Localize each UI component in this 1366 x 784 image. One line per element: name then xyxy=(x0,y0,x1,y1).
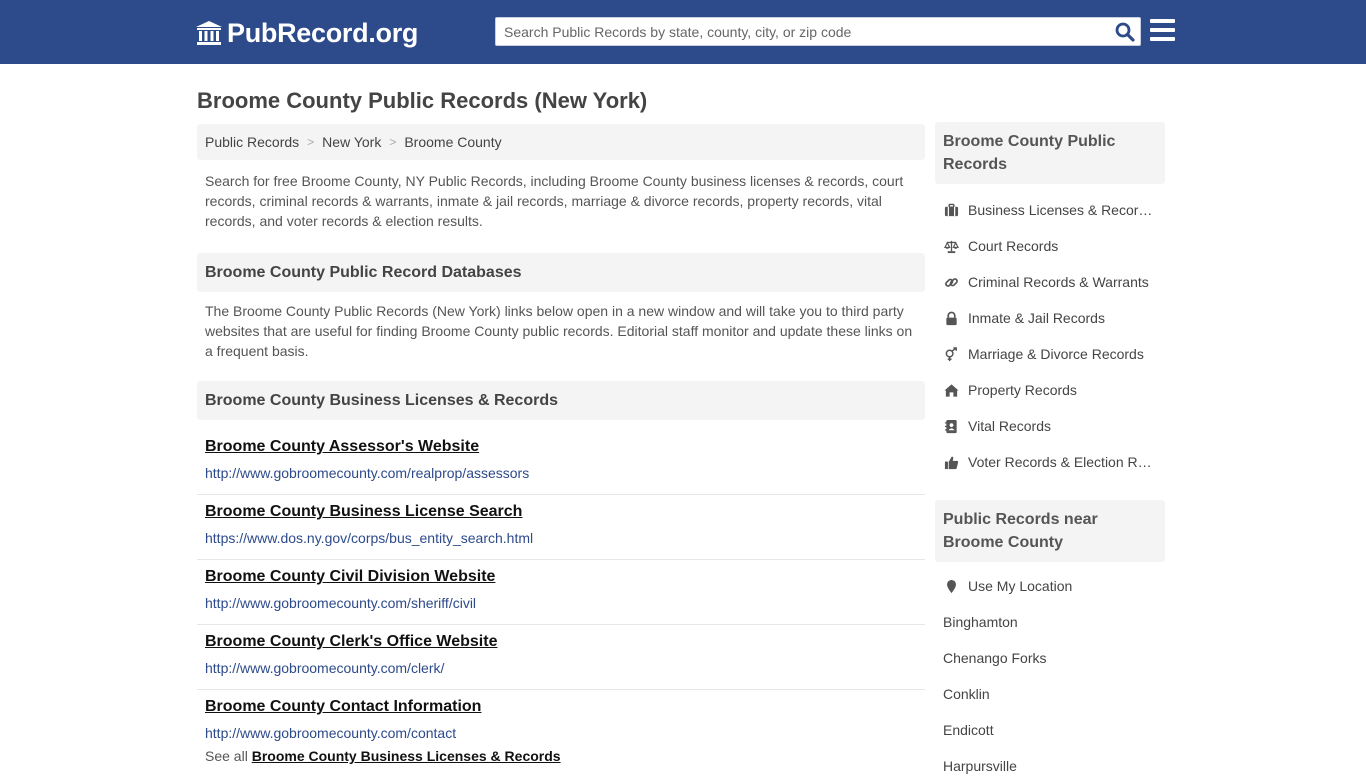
venus-mars-icon xyxy=(943,346,960,363)
link-icon xyxy=(943,274,960,291)
sidebar-item-label: Business Licenses & Records xyxy=(968,202,1153,218)
menu-bar-icon xyxy=(1150,28,1175,32)
sidebar-item-label: Voter Records & Election Results xyxy=(968,454,1153,470)
sidebar-item-label: Inmate & Jail Records xyxy=(968,310,1105,326)
record-title-link[interactable]: Broome County Contact Information xyxy=(205,698,481,716)
logo-text: PubRecord.org xyxy=(227,17,419,48)
nearby-city-link[interactable]: Conklin xyxy=(935,676,1165,712)
home-icon xyxy=(943,382,960,399)
search-button[interactable] xyxy=(1114,21,1136,43)
sidebar-item-label: Court Records xyxy=(968,238,1059,254)
lock-icon xyxy=(943,310,960,327)
briefcase-icon xyxy=(943,202,960,219)
top-navbar: PubRecord.org xyxy=(0,0,1366,64)
see-all-link[interactable]: Broome County Business Licenses & Record… xyxy=(252,748,561,764)
thumbs-up-icon xyxy=(943,454,960,471)
record-item: Broome County Business License Search ht… xyxy=(197,495,925,560)
record-item: Broome County Clerk's Office Website htt… xyxy=(197,625,925,690)
record-list: Broome County Assessor's Website http://… xyxy=(197,430,925,746)
search-box xyxy=(495,17,1141,46)
record-url: http://www.gobroomecounty.com/realprop/a… xyxy=(205,465,530,481)
sidebar-item-label: Property Records xyxy=(968,382,1077,398)
breadcrumb-broome-county[interactable]: Broome County xyxy=(404,134,501,150)
sidebar-item-marriage[interactable]: Marriage & Divorce Records xyxy=(935,336,1165,372)
sidebar-item-property[interactable]: Property Records xyxy=(935,372,1165,408)
nearby-city-link[interactable]: Binghamton xyxy=(935,604,1165,640)
sidebar-item-label: Vital Records xyxy=(968,418,1052,434)
sidebar-item-court[interactable]: Court Records xyxy=(935,228,1165,264)
nearby-city-link[interactable]: Chenango Forks xyxy=(935,640,1165,676)
sidebar-item-voter[interactable]: Voter Records & Election Results xyxy=(935,444,1165,480)
record-title-link[interactable]: Broome County Business License Search xyxy=(205,503,522,521)
map-marker-icon xyxy=(943,578,960,595)
nearby-city-link[interactable]: Harpursville xyxy=(935,748,1165,784)
sidebar-heading-records: Broome County Public Records xyxy=(935,122,1165,184)
breadcrumb-public-records[interactable]: Public Records xyxy=(205,134,299,150)
intro-text: Search for free Broome County, NY Public… xyxy=(205,173,904,229)
sidebar-item-criminal[interactable]: Criminal Records & Warrants xyxy=(935,264,1165,300)
record-url: https://www.dos.ny.gov/corps/bus_entity_… xyxy=(205,530,534,546)
record-url: http://www.gobroomecounty.com/clerk/ xyxy=(205,660,445,676)
record-title-link[interactable]: Broome County Assessor's Website xyxy=(205,438,479,456)
breadcrumb-separator: > xyxy=(389,135,397,149)
nearby-city-link[interactable]: Endicott xyxy=(935,712,1165,748)
see-all-line: See all Broome County Business Licenses … xyxy=(197,748,925,764)
record-title-link[interactable]: Broome County Civil Division Website xyxy=(205,568,495,586)
record-title-link[interactable]: Broome County Clerk's Office Website xyxy=(205,633,497,651)
breadcrumb-separator: > xyxy=(307,135,315,149)
record-item: Broome County Assessor's Website http://… xyxy=(197,430,925,495)
search-input[interactable] xyxy=(496,18,1106,45)
use-my-location-button[interactable]: Use My Location xyxy=(935,568,1165,604)
page-title: Broome County Public Records (New York) xyxy=(197,88,648,113)
record-url: http://www.gobroomecounty.com/contact xyxy=(205,725,457,741)
nearby-list: Use My Location Binghamton Chenango Fork… xyxy=(935,568,1165,784)
sidebar-item-business[interactable]: Business Licenses & Records xyxy=(935,192,1165,228)
sidebar-item-label: Criminal Records & Warrants xyxy=(968,274,1149,290)
balance-scale-icon xyxy=(943,238,960,255)
see-all-prefix: See all xyxy=(205,748,252,764)
sidebar-item-inmate[interactable]: Inmate & Jail Records xyxy=(935,300,1165,336)
record-url: http://www.gobroomecounty.com/sheriff/ci… xyxy=(205,595,477,611)
databases-note: The Broome County Public Records (New Yo… xyxy=(205,303,913,359)
use-my-location-label: Use My Location xyxy=(968,578,1073,594)
sidebar-item-label: Marriage & Divorce Records xyxy=(968,346,1144,362)
sidebar-category-list: Business Licenses & Records Court Record… xyxy=(935,192,1165,480)
sidebar-item-vital[interactable]: Vital Records xyxy=(935,408,1165,444)
databases-heading: Broome County Public Record Databases xyxy=(197,253,925,292)
breadcrumb-new-york[interactable]: New York xyxy=(322,134,381,150)
business-heading: Broome County Business Licenses & Record… xyxy=(197,381,925,420)
breadcrumb: Public Records > New York > Broome Count… xyxy=(197,124,925,160)
search-icon xyxy=(1115,22,1135,42)
record-item: Broome County Civil Division Website htt… xyxy=(197,560,925,625)
sidebar: Broome County Public Records Business Li… xyxy=(935,122,1165,784)
menu-bar-icon xyxy=(1150,37,1175,41)
site-logo[interactable]: PubRecord.org xyxy=(195,16,418,50)
hamburger-menu-button[interactable] xyxy=(1150,19,1175,41)
main-content: Public Records > New York > Broome Count… xyxy=(197,124,925,764)
courthouse-icon xyxy=(196,21,222,45)
record-item: Broome County Contact Information http:/… xyxy=(197,690,925,746)
menu-bar-icon xyxy=(1150,19,1175,23)
sidebar-heading-nearby: Public Records near Broome County xyxy=(935,500,1165,562)
address-book-icon xyxy=(943,418,960,435)
